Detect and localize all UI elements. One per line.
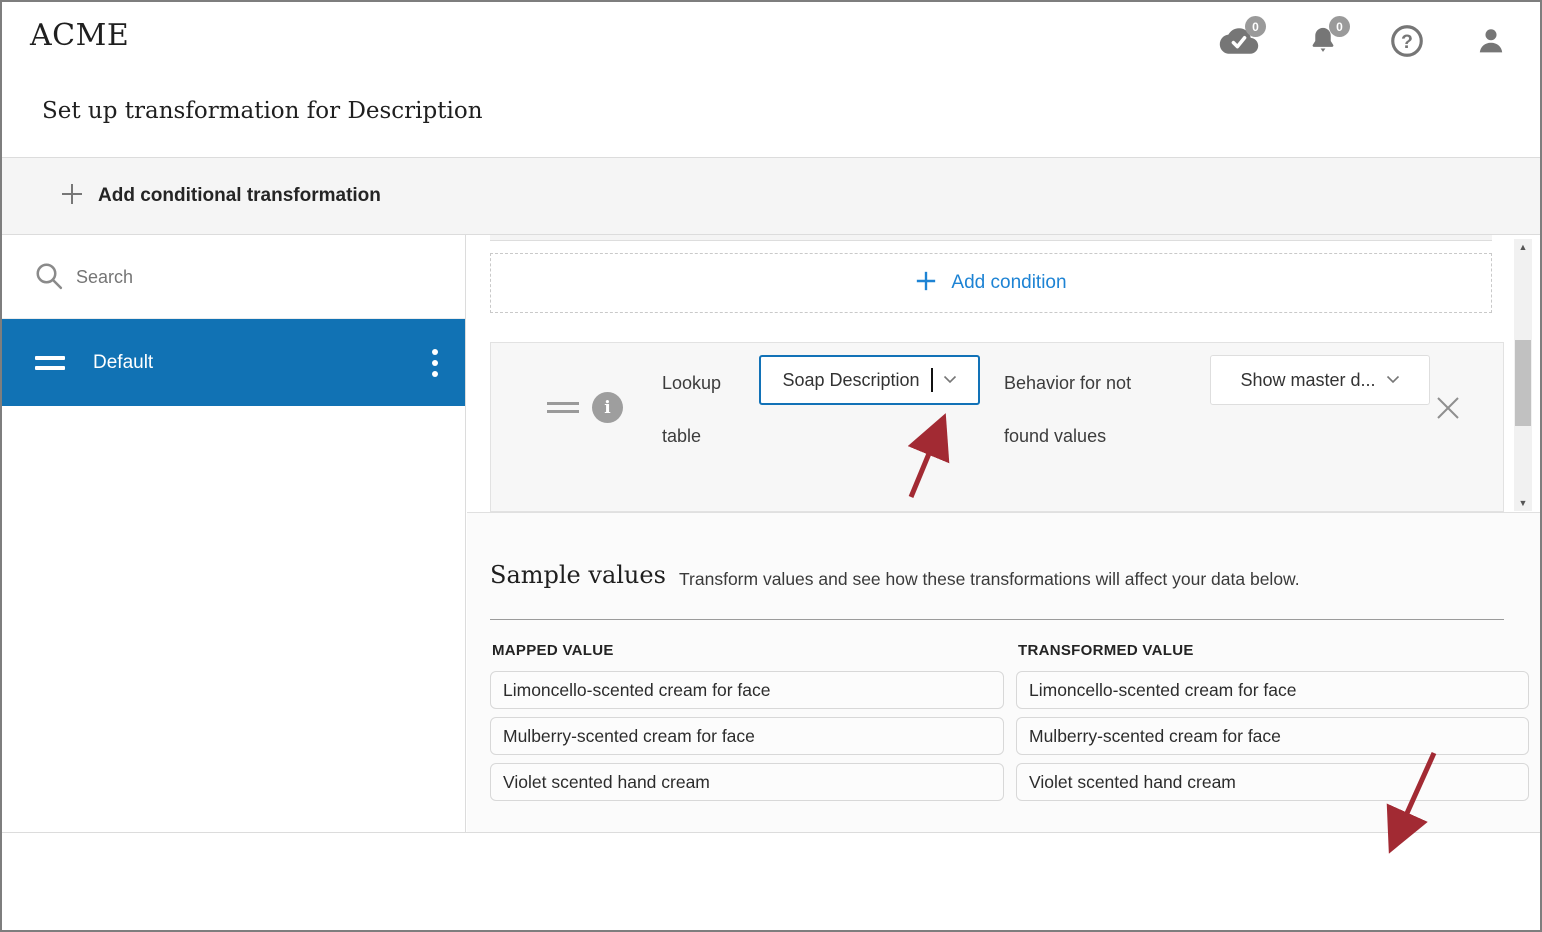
behavior-label: Behavior for not found values (1004, 343, 1164, 463)
sidebar-item-default[interactable]: Default (2, 319, 465, 406)
mapped-value-cell: Mulberry-scented cream for face (490, 717, 1004, 755)
toolbar: Add conditional transformation (2, 157, 1540, 235)
transformed-value-header: TRANSFORMED VALUE (1018, 642, 1194, 659)
scrollbar-thumb[interactable] (1515, 340, 1531, 426)
add-conditional-transformation-button[interactable]: Add conditional transformation (60, 182, 381, 211)
add-condition-label: Add condition (951, 272, 1066, 294)
lookup-table-label: Lookup table (662, 343, 742, 463)
mapped-value-cell: Limoncello-scented cream for face (490, 671, 1004, 709)
notifications-button[interactable]: 0 (1302, 20, 1344, 62)
app-window: ACME Set up transformation for Descripti… (0, 0, 1542, 932)
divider (490, 619, 1504, 620)
search-input[interactable] (76, 259, 416, 295)
remove-row-button[interactable] (1434, 394, 1462, 422)
drag-handle-icon[interactable] (547, 397, 579, 418)
scrolled-element-edge (490, 235, 1492, 241)
transformation-row: i Lookup table Soap Description Behavior… (490, 342, 1504, 512)
close-icon (1434, 409, 1462, 426)
notifications-badge: 0 (1329, 16, 1350, 37)
chevron-down-icon (1386, 371, 1400, 389)
tasks-button[interactable]: 0 (1218, 20, 1260, 62)
header: ACME Set up transformation for Descripti… (2, 2, 1540, 157)
mapped-value-cell: Violet scented hand cream (490, 763, 1004, 801)
sidebar-search (2, 235, 465, 319)
plus-icon (60, 182, 84, 211)
sidebar: Default (2, 235, 466, 832)
tasks-badge: 0 (1245, 16, 1266, 37)
transformed-value-cell: Mulberry-scented cream for face (1016, 717, 1529, 755)
header-icon-group: 0 0 ? (1218, 20, 1512, 62)
user-menu-button[interactable] (1470, 20, 1512, 62)
kebab-menu-icon[interactable] (425, 349, 445, 377)
page-title: Set up transformation for Description (42, 98, 483, 124)
add-condition-button[interactable]: Add condition (490, 253, 1492, 313)
help-button[interactable]: ? (1386, 20, 1428, 62)
lookup-table-value: Soap Description (782, 370, 919, 391)
scroll-down-button[interactable]: ▼ (1514, 495, 1532, 511)
plus-icon (915, 270, 937, 297)
mapped-value-header: MAPPED VALUE (492, 642, 614, 659)
vertical-scrollbar[interactable]: ▲ ▼ (1514, 239, 1532, 511)
transformed-value-cell: Violet scented hand cream (1016, 763, 1529, 801)
help-icon: ? (1389, 23, 1425, 59)
transformed-value-cell: Limoncello-scented cream for face (1016, 671, 1529, 709)
add-conditional-transformation-label: Add conditional transformation (98, 185, 381, 207)
footer: Cancel Transform values (2, 832, 1540, 932)
behavior-value: Show master d... (1240, 370, 1375, 391)
behavior-select[interactable]: Show master d... (1210, 355, 1430, 405)
sidebar-item-label: Default (93, 352, 153, 374)
info-icon[interactable]: i (592, 392, 623, 423)
scroll-up-button[interactable]: ▲ (1514, 239, 1532, 255)
drag-handle-icon[interactable] (35, 350, 65, 376)
brand-logo: ACME (30, 18, 129, 53)
chevron-down-icon (943, 371, 957, 389)
svg-text:?: ? (1401, 31, 1413, 53)
sample-values-heading: Sample values (490, 561, 666, 589)
text-cursor (931, 368, 933, 392)
lookup-table-select[interactable]: Soap Description (759, 355, 980, 405)
sample-values-panel: Sample values Transform values and see h… (467, 512, 1542, 832)
conditions-panel: Add condition i Lookup table Soap Descri… (467, 235, 1542, 512)
user-icon (1474, 24, 1508, 58)
sample-values-description: Transform values and see how these trans… (679, 569, 1300, 590)
